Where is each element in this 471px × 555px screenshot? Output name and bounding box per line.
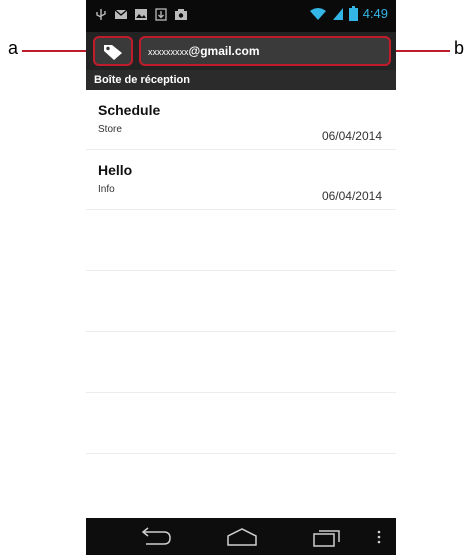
account-domain: @gmail.com [188,44,260,58]
message-sender: Info [98,184,115,195]
callout-label-a: a [8,38,19,58]
empty-row [86,393,396,454]
callout-line-a [22,50,94,52]
empty-row [86,271,396,332]
message-subject: Schedule [98,102,161,118]
message-subject: Hello [98,162,133,178]
gallery-icon [175,9,187,20]
empty-row [86,454,396,515]
message-item[interactable]: Schedule Store 06/04/2014 [86,90,396,150]
download-icon [155,8,167,21]
tag-icon [104,45,122,60]
empty-row [86,332,396,393]
phone-screen: 4:49 xxxxxxxxx@gmail.com Boîte de récept… [86,0,396,555]
wifi-icon [309,7,326,20]
status-time: 4:49 [362,6,388,21]
message-date: 06/04/2014 [321,129,382,143]
folder-title: Boîte de réception [86,70,396,90]
empty-row [86,210,396,271]
battery-icon [348,6,358,21]
account-selector[interactable]: xxxxxxxxx@gmail.com [139,36,391,66]
callout-line-b [390,50,450,52]
status-bar: 4:49 [86,0,396,32]
recent-apps-icon[interactable] [312,527,342,547]
menu-overflow-icon[interactable] [376,527,382,547]
message-date: 06/04/2014 [321,189,382,203]
usb-icon [96,9,106,20]
navigation-bar [86,518,396,555]
message-sender: Store [98,124,122,135]
mail-icon [114,9,128,19]
labels-button[interactable] [93,36,133,66]
account-masked: xxxxxxxxx [148,47,189,57]
message-item[interactable]: Hello Info 06/04/2014 [86,150,396,210]
message-list: Schedule Store 06/04/2014 Hello Info 06/… [86,90,396,515]
callout-label-b: b [454,38,465,58]
image-icon [135,9,147,20]
home-icon[interactable] [226,527,258,547]
action-bar: xxxxxxxxx@gmail.com [86,32,396,70]
back-icon[interactable] [138,527,172,547]
signal-icon [332,7,343,20]
